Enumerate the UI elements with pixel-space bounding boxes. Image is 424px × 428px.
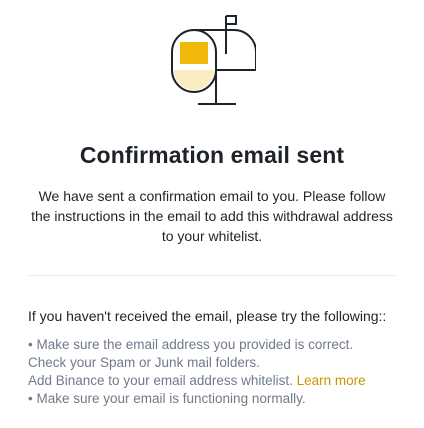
divider [28, 275, 396, 276]
confirmation-description: We have sent a confirmation email to you… [31, 188, 393, 244]
mailbox-accent [180, 42, 208, 64]
tip-check-spam: Check your Spam or Junk mail folders. [28, 355, 260, 370]
tips-heading: If you haven't received the email, pleas… [28, 308, 387, 324]
learn-more-link[interactable]: Learn more [297, 373, 366, 388]
tips-list: • Make sure the email address you provid… [28, 336, 408, 408]
flag [226, 15, 237, 25]
tip-whitelist-text: Add Binance to your email address whitel… [28, 373, 297, 388]
tip-check-address: • Make sure the email address you provid… [28, 337, 354, 352]
mailbox-icon [171, 15, 256, 105]
tip-whitelist: Add Binance to your email address whitel… [28, 372, 408, 390]
page-title: Confirmation email sent [79, 142, 345, 168]
tip-email-working: • Make sure your email is functioning no… [28, 391, 306, 406]
